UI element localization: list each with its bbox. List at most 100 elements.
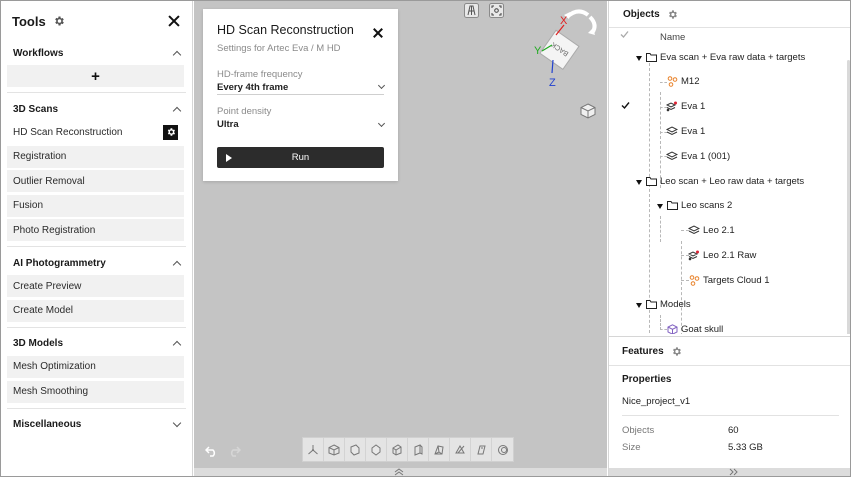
tree-row-raw-scan[interactable]: Leo 2.1 Raw — [609, 246, 849, 266]
section-view-icon[interactable] — [471, 438, 492, 461]
tool-mesh-smoothing[interactable]: Mesh Smoothing — [7, 380, 184, 403]
point-density-label: Point density — [217, 106, 272, 117]
expand-triangle-icon[interactable] — [636, 303, 642, 308]
expand-triangle-icon[interactable] — [636, 180, 642, 185]
tool-label: HD Scan Reconstruction — [13, 126, 123, 138]
tree-row-raw-scan[interactable]: Eva 1 — [609, 97, 849, 117]
tree-label: Leo 2.1 Raw — [703, 250, 757, 261]
tree-row-group[interactable]: Leo scan + Leo raw data + targets — [609, 172, 849, 192]
tree-label: Eva 1 — [681, 101, 706, 112]
objects-panel: Objects Name Eva scan + Eva raw data + t… — [608, 1, 850, 476]
tool-hd-scan-reconstruction[interactable]: HD Scan Reconstruction — [7, 121, 184, 143]
dialog-subtitle: Settings for Artec Eva / M HD — [217, 43, 341, 54]
property-row: Size 5.33 GB — [622, 439, 839, 456]
redo-icon[interactable] — [227, 445, 242, 460]
tool-registration[interactable]: Registration — [7, 145, 184, 168]
section-title: Workflows — [13, 47, 64, 59]
tree-label: Leo 2.1 — [703, 225, 735, 236]
chevron-down-icon — [377, 81, 386, 90]
tool-outlier-removal[interactable]: Outlier Removal — [7, 170, 184, 193]
section-title: 3D Models — [13, 338, 64, 350]
section-title: 3D Scans — [13, 103, 59, 115]
orientation-gizmo[interactable]: BACK X Y Z — [512, 5, 607, 95]
chevron-up-icon — [172, 260, 182, 270]
tree-row-scan[interactable]: Eva 1 — [609, 122, 849, 142]
checkmark-icon[interactable] — [621, 101, 630, 113]
chevron-down-icon — [172, 418, 182, 428]
axes-view-icon[interactable] — [303, 438, 324, 461]
expand-triangle-icon[interactable] — [657, 204, 663, 209]
viewport-top-icons — [464, 3, 504, 18]
gear-icon[interactable] — [667, 9, 678, 20]
targets-icon — [689, 275, 700, 289]
section-3d-models[interactable]: 3D Models — [1, 332, 192, 356]
property-row: Objects 60 — [622, 422, 839, 439]
run-button[interactable]: Run — [217, 147, 384, 168]
gear-icon[interactable] — [671, 346, 682, 357]
object-tree: Name Eva scan + Eva raw data + targets M… — [609, 28, 850, 334]
left-view-icon[interactable] — [387, 438, 408, 461]
properties-section: Properties Nice_project_v1 Objects 60 Si… — [609, 367, 850, 456]
section-3d-scans[interactable]: 3D Scans — [1, 97, 192, 121]
property-value: 5.33 GB — [728, 442, 763, 453]
tool-settings-gear-icon[interactable] — [163, 124, 178, 140]
tree-row-group[interactable]: Leo scans 2 — [609, 196, 849, 216]
tool-create-model[interactable]: Create Model — [7, 299, 184, 322]
point-density-select[interactable]: Ultra — [217, 117, 386, 132]
tree-row-group[interactable]: Models — [609, 295, 849, 315]
tree-label: Leo scan + Leo raw data + targets — [660, 176, 805, 187]
tool-fusion[interactable]: Fusion — [7, 194, 184, 217]
model-cube-icon — [667, 324, 678, 334]
back-view-icon[interactable] — [366, 438, 387, 461]
expand-triangle-icon[interactable] — [636, 56, 642, 61]
top-view-icon[interactable] — [429, 438, 450, 461]
targets-icon — [667, 76, 678, 90]
gear-icon[interactable] — [53, 15, 65, 27]
perspective-view-icon[interactable] — [464, 3, 479, 18]
tree-row-targets[interactable]: M12 — [609, 72, 849, 92]
fit-to-view-icon[interactable] — [489, 3, 504, 18]
front-view-icon[interactable] — [345, 438, 366, 461]
view-cube-icon[interactable] — [580, 103, 596, 122]
property-key: Size — [622, 442, 641, 453]
dialog-close-icon[interactable] — [372, 27, 384, 39]
tree-row-scan[interactable]: Leo 2.1 — [609, 221, 849, 241]
axis-y-label: Y — [534, 45, 542, 57]
section-title: Miscellaneous — [13, 419, 82, 431]
objects-title: Objects — [623, 8, 660, 20]
tree-row-model[interactable]: Goat skull — [609, 320, 849, 334]
close-icon[interactable] — [167, 14, 181, 28]
section-workflows[interactable]: Workflows — [1, 41, 192, 65]
tree-row-scan[interactable]: Eva 1 (001) — [609, 147, 849, 167]
play-icon — [226, 154, 232, 162]
add-workflow-button[interactable]: + — [7, 65, 184, 87]
tree-scrollbar[interactable] — [847, 60, 850, 334]
folder-icon — [646, 299, 657, 312]
tool-create-preview[interactable]: Create Preview — [7, 275, 184, 298]
features-header[interactable]: Features — [609, 336, 850, 366]
double-chevron-right-icon[interactable] — [729, 468, 739, 476]
frame-frequency-select[interactable]: Every 4th frame — [217, 80, 386, 95]
section-ai-photogrammetry[interactable]: AI Photogrammetry — [1, 251, 192, 275]
tree-row-group[interactable]: Eva scan + Eva raw data + targets — [609, 48, 849, 68]
tool-photo-registration[interactable]: Photo Registration — [7, 219, 184, 242]
properties-title: Properties — [622, 374, 672, 385]
section-miscellaneous[interactable]: Miscellaneous — [1, 413, 192, 437]
tree-header: Name — [609, 28, 850, 46]
features-title: Features — [622, 345, 664, 357]
chevron-up-icon — [172, 50, 182, 59]
render-mode-icon[interactable] — [492, 438, 513, 461]
bottom-view-icon[interactable] — [450, 438, 471, 461]
3d-viewport[interactable]: HD Scan Reconstruction Settings for Arte… — [194, 1, 607, 476]
right-view-icon[interactable] — [408, 438, 429, 461]
tool-mesh-optimization[interactable]: Mesh Optimization — [7, 355, 184, 378]
chevron-up-icon — [172, 341, 182, 350]
tree-label: Eva 1 (001) — [681, 151, 731, 162]
iso-view-icon[interactable] — [324, 438, 345, 461]
property-key: Objects — [622, 425, 655, 436]
chevron-down-icon — [377, 119, 386, 127]
tree-row-targets[interactable]: Targets Cloud 1 — [609, 271, 849, 291]
chevron-up-icon[interactable] — [394, 468, 404, 476]
dialog-title: HD Scan Reconstruction — [217, 23, 354, 37]
undo-icon[interactable] — [204, 445, 219, 460]
